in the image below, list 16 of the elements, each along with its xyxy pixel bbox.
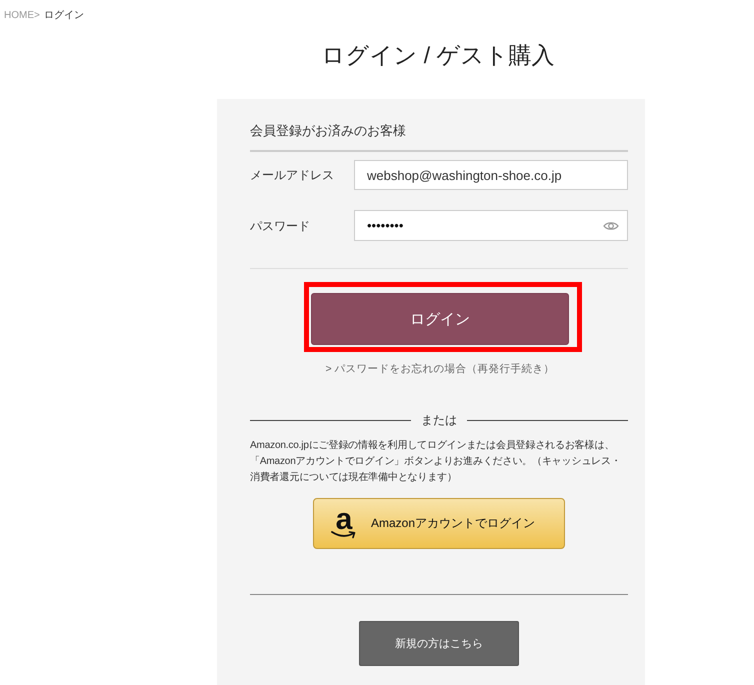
password-field[interactable]: •••••••• bbox=[354, 210, 628, 241]
field-label: パスワード bbox=[250, 218, 311, 234]
forgot-password-link[interactable]: > パスワードをお忘れの場合（再発行手続き） bbox=[325, 363, 555, 375]
new-customer-button[interactable]: 新規の方はこちら bbox=[359, 621, 519, 666]
amazon-logo: a bbox=[330, 508, 357, 539]
section-heading: 会員登録がお済みのお客様 bbox=[250, 123, 407, 139]
login-button[interactable]: ログイン bbox=[311, 293, 569, 345]
eye-icon[interactable] bbox=[603, 220, 619, 230]
email-field[interactable]: webshop@washington-shoe.co.jp bbox=[354, 160, 628, 190]
amazon-button-label: Amazonアカウントでログイン bbox=[370, 515, 536, 532]
divider-text: または bbox=[421, 412, 457, 428]
field-label: メールアドレス bbox=[250, 167, 335, 183]
amazon-note: Amazon.co.jpにご登録の情報を利用してログインまたは会員登録されるお客様は、「Amazonアカウントでログイン」ボタンよりお進みください。（キャッシュレス・消費者還元については現在準備中となります） bbox=[250, 438, 622, 485]
amazon-login-button[interactable]: a Amazonアカウントでログイン bbox=[313, 498, 565, 549]
breadcrumb-current: ログイン bbox=[44, 9, 84, 22]
page-title: ログイン / ゲスト購入 bbox=[320, 41, 556, 70]
